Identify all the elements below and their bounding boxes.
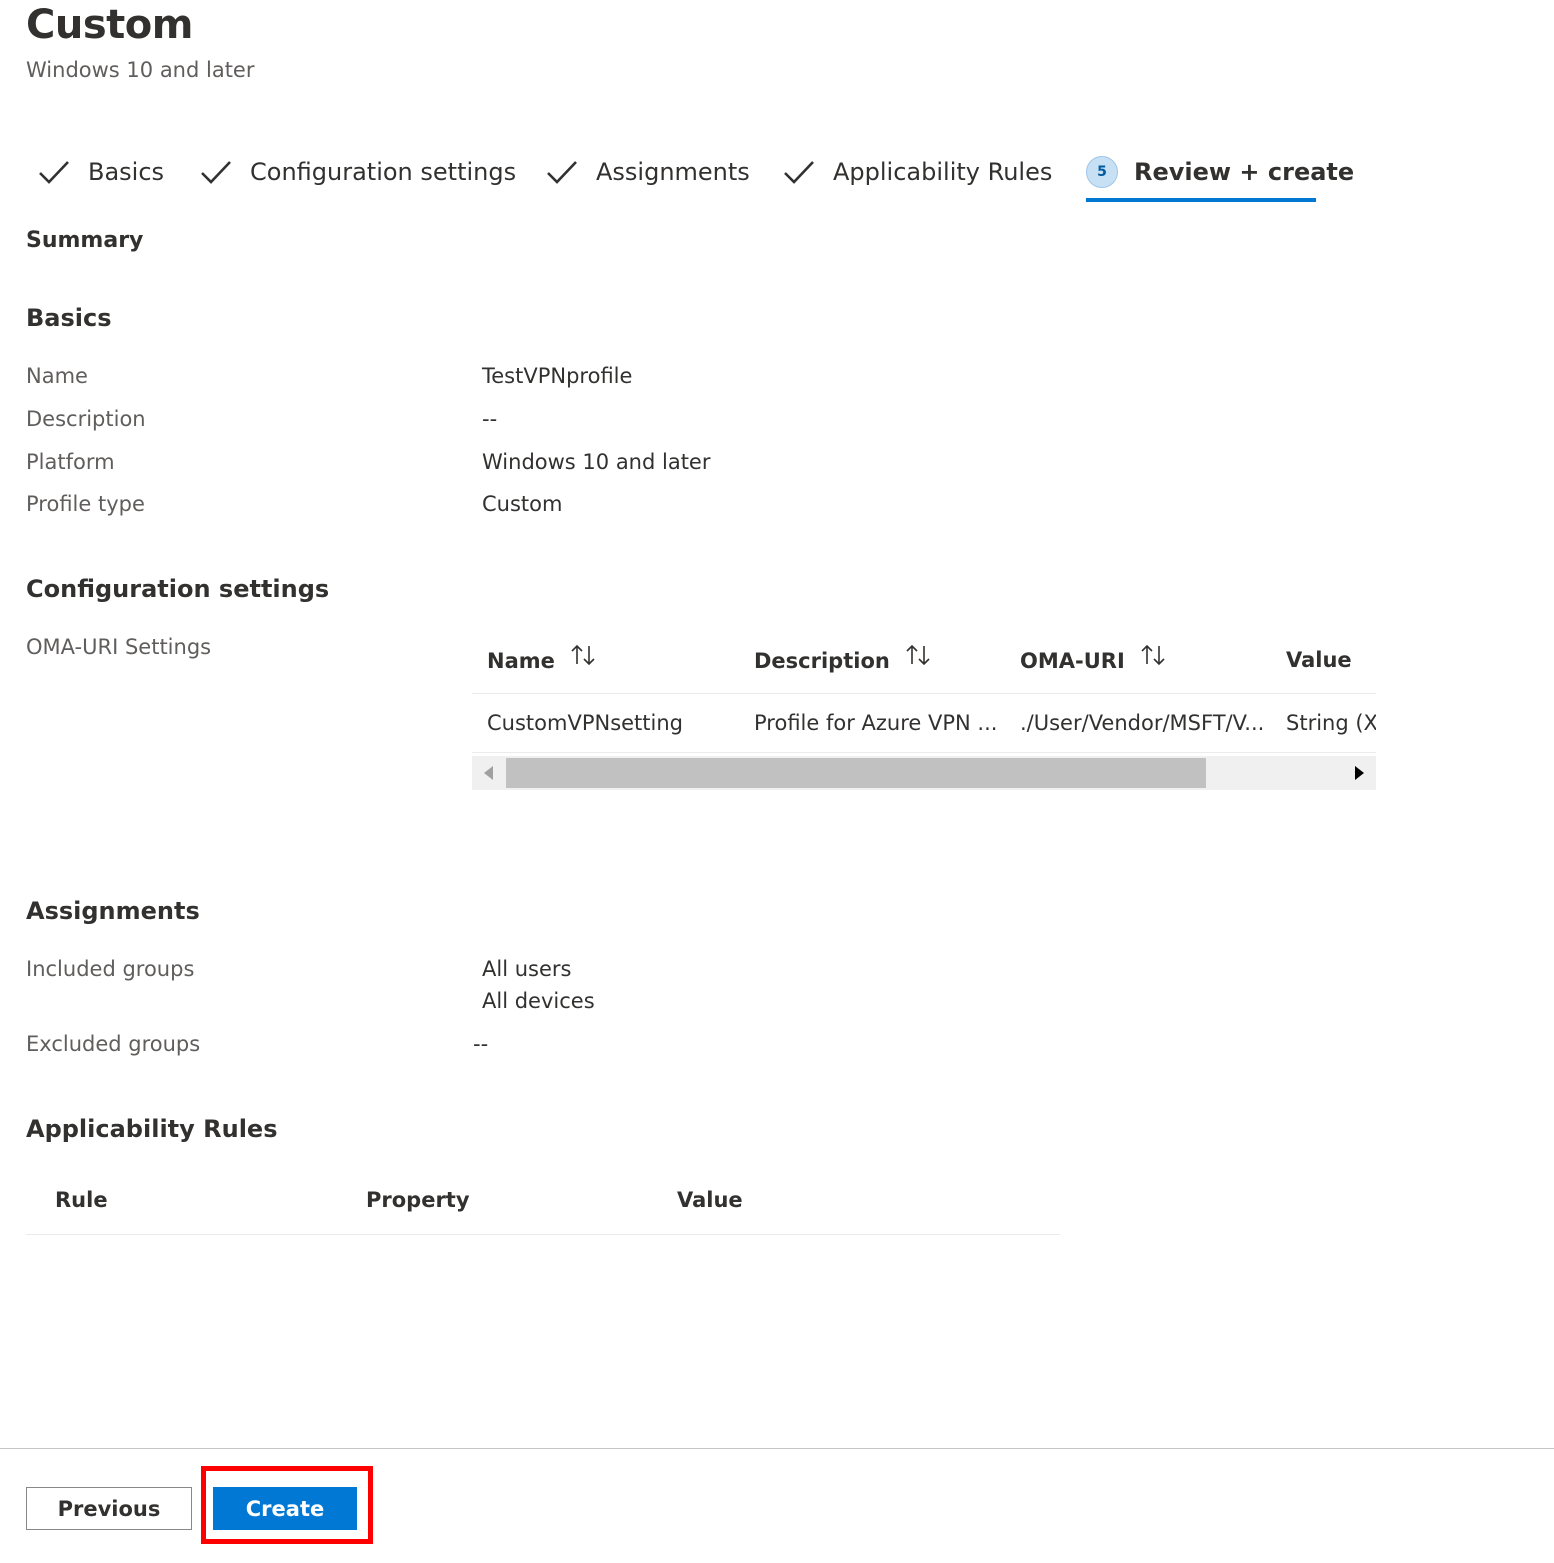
sort-arrows-icon[interactable] [569, 642, 599, 668]
column-header-rule: Rule [55, 1188, 108, 1212]
step-configuration-settings[interactable]: Configuration settings [198, 148, 516, 196]
profile-type-label: Profile type [26, 492, 145, 516]
create-button[interactable]: Create [213, 1487, 357, 1530]
platform-value: Windows 10 and later [482, 450, 711, 474]
included-groups-label: Included groups [26, 957, 195, 981]
step-review-create[interactable]: 5 Review + create [1086, 148, 1354, 196]
name-label: Name [26, 364, 88, 388]
included-group-value: All devices [482, 989, 595, 1013]
basics-heading: Basics [26, 304, 112, 332]
page-subtitle: Windows 10 and later [26, 58, 255, 82]
wizard-steps: Basics Configuration settings Assignment… [36, 148, 1354, 204]
footer-divider [0, 1448, 1554, 1449]
column-header-label: OMA-URI [1020, 649, 1125, 673]
oma-uri-settings-label: OMA-URI Settings [26, 635, 212, 659]
step-label: Applicability Rules [833, 158, 1053, 186]
step-assignments[interactable]: Assignments [544, 148, 750, 196]
step-label: Review + create [1134, 158, 1355, 186]
cell-oma-uri: ./User/Vendor/MSFT/V... [1020, 711, 1265, 735]
cell-description: Profile for Azure VPN ... [754, 711, 998, 735]
step-label: Assignments [596, 158, 750, 186]
step-applicability-rules[interactable]: Applicability Rules [781, 148, 1052, 196]
column-header-oma-uri[interactable]: OMA-URI [1020, 644, 1169, 674]
column-header-value: Value [677, 1188, 743, 1212]
name-value: TestVPNprofile [482, 364, 633, 388]
active-step-underline [1086, 198, 1316, 202]
cell-name: CustomVPNsetting [487, 711, 683, 735]
platform-label: Platform [26, 450, 115, 474]
included-group-value: All users [482, 957, 572, 981]
configuration-heading: Configuration settings [26, 575, 330, 603]
step-label: Configuration settings [250, 158, 517, 186]
oma-uri-table: Name Description OMA-URI Value CustomVPN… [472, 630, 1376, 790]
check-icon [784, 161, 814, 184]
sort-arrows-icon[interactable] [1139, 642, 1169, 668]
profile-type-value: Custom [482, 492, 563, 516]
applicability-rules-heading: Applicability Rules [26, 1115, 278, 1143]
column-header-label: Value [1286, 648, 1352, 672]
column-header-label: Description [754, 649, 890, 673]
description-value: -- [482, 407, 498, 431]
excluded-groups-label: Excluded groups [26, 1032, 201, 1056]
scroll-left-icon[interactable] [484, 766, 493, 780]
page-title: Custom [26, 2, 193, 48]
column-header-name[interactable]: Name [487, 644, 599, 674]
sort-arrows-icon[interactable] [904, 642, 934, 668]
column-header-property: Property [366, 1188, 470, 1212]
step-basics[interactable]: Basics [36, 148, 164, 196]
excluded-groups-value: -- [473, 1032, 489, 1056]
previous-button[interactable]: Previous [26, 1487, 192, 1530]
horizontal-scrollbar[interactable] [472, 756, 1376, 790]
column-header-value[interactable]: Value [1286, 648, 1352, 672]
table-header: Name Description OMA-URI Value [472, 630, 1376, 694]
table-row[interactable]: CustomVPNsetting Profile for Azure VPN .… [472, 695, 1376, 753]
check-icon [547, 161, 577, 184]
scrollbar-thumb[interactable] [506, 758, 1206, 788]
column-header-description[interactable]: Description [754, 644, 934, 674]
column-header-label: Name [487, 649, 555, 673]
step-label: Basics [88, 158, 165, 186]
check-icon [39, 161, 69, 184]
assignments-heading: Assignments [26, 897, 200, 925]
scroll-right-icon[interactable] [1355, 766, 1364, 780]
cell-value: String (XI [1286, 711, 1376, 735]
description-label: Description [26, 407, 146, 431]
check-icon [201, 161, 231, 184]
step-number-badge: 5 [1086, 156, 1118, 188]
applicability-rules-table-header: Rule Property Value [26, 1168, 1060, 1235]
summary-heading: Summary [26, 228, 144, 253]
